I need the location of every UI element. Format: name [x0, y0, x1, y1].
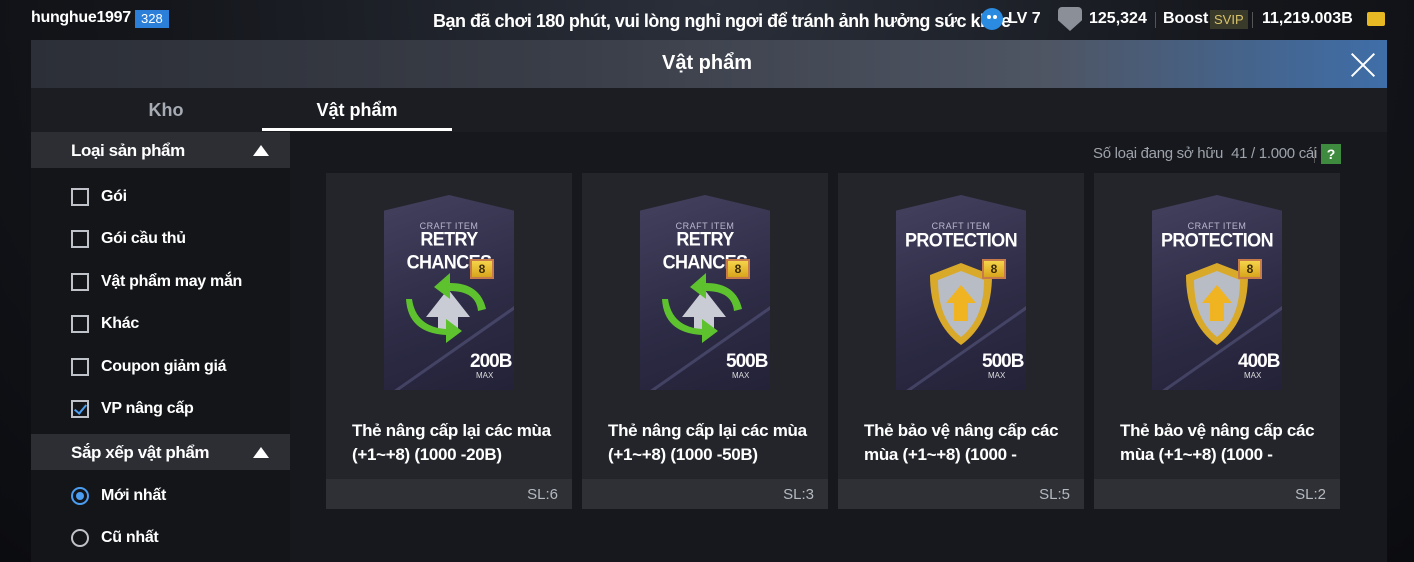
card-footer: SL:6	[326, 479, 572, 509]
tab-vat-pham[interactable]: Vật phẩm	[262, 100, 452, 121]
radio-selected[interactable]	[71, 487, 89, 505]
money-icon	[1367, 12, 1385, 26]
tab-kho[interactable]: Kho	[71, 100, 261, 121]
product-type-title: Loại sản phẩm	[71, 141, 185, 160]
dialog-header: Vật phẩm	[31, 40, 1387, 88]
player-level: LV 7	[1008, 10, 1041, 27]
owned-count: Số loại đang sở hữu 41 / 1.000 cái	[1093, 145, 1317, 162]
item-price: 200B	[470, 351, 512, 372]
radio[interactable]	[71, 529, 89, 547]
card-artwork: CRAFT ITEM RETRY CHANCES 8 200B MAX	[384, 195, 514, 390]
item-quantity: SL:3	[783, 486, 814, 503]
username: hunghue1997	[31, 9, 131, 26]
craft-name: PROTECTION	[904, 228, 1018, 251]
card-footer: SL:5	[838, 479, 1084, 509]
tab-selected-indicator	[262, 128, 452, 131]
filter-sidebar: Loại sản phẩm Gói Gói cầu thủ Vật phẩm m…	[31, 132, 290, 562]
sort-label: Mới nhất	[101, 487, 166, 504]
max-label: MAX	[988, 371, 1006, 380]
checkbox[interactable]	[71, 273, 89, 291]
checkbox[interactable]	[71, 358, 89, 376]
owned-value: 41 / 1.000 cái	[1231, 145, 1317, 162]
item-card[interactable]: CRAFT ITEM PROTECTION 8 400B MAX Thẻ bảo…	[1094, 173, 1340, 509]
level-badge: 8	[470, 259, 494, 279]
card-footer: SL:2	[1094, 479, 1340, 509]
items-dialog: Vật phẩm Kho Vật phẩm Loại sản phẩm Gói …	[31, 40, 1387, 562]
divider	[1155, 12, 1156, 28]
playtime-notice: Bạn đã chơi 180 phút, vui lòng nghỉ ngơi…	[433, 11, 1011, 31]
item-card[interactable]: CRAFT ITEM RETRY CHANCES 8 200B MAX Thẻ …	[326, 173, 572, 509]
divider	[1252, 12, 1253, 28]
svip-badge[interactable]: SVIP	[1210, 10, 1248, 29]
item-card[interactable]: CRAFT ITEM RETRY CHANCES 8 500B MAX Thẻ …	[582, 173, 828, 509]
item-card[interactable]: CRAFT ITEM PROTECTION 8 500B MAX Thẻ bảo…	[838, 173, 1084, 509]
level-badge: 8	[982, 259, 1006, 279]
user-level-badge: 328	[135, 10, 169, 28]
level-badge: 8	[1238, 259, 1262, 279]
checkbox[interactable]	[71, 230, 89, 248]
item-name: Thẻ nâng cấp lại các mùa (+1~+8) (1000 -…	[352, 421, 551, 464]
craft-name: PROTECTION	[1160, 228, 1274, 251]
divider	[1314, 147, 1315, 163]
filter-label: Gói cầu thủ	[101, 230, 186, 247]
filter-label: Gói	[101, 188, 127, 205]
card-artwork: CRAFT ITEM PROTECTION 8 400B MAX	[1152, 195, 1282, 390]
item-quantity: SL:2	[1295, 486, 1326, 503]
close-icon[interactable]	[1344, 46, 1382, 84]
collapse-up-icon	[253, 447, 269, 458]
collapse-up-icon	[253, 145, 269, 156]
sort-header[interactable]: Sắp xếp vật phẩm	[31, 434, 290, 470]
max-label: MAX	[476, 371, 494, 380]
item-quantity: SL:5	[1039, 486, 1070, 503]
sort-title: Sắp xếp vật phẩm	[71, 443, 210, 462]
filter-label: Vật phẩm may mắn	[101, 273, 243, 290]
top-status-bar: hunghue1997 328 Bạn đã chơi 180 phút, vu…	[0, 0, 1414, 38]
owned-label: Số loại đang sở hữu	[1093, 145, 1224, 162]
boost-label: Boost	[1163, 10, 1209, 27]
item-price: 400B	[1238, 351, 1280, 372]
item-name: Thẻ bảo vệ nâng cấp các mùa (+1~+8) (100…	[864, 421, 1059, 464]
profile-face-icon[interactable]	[981, 8, 1003, 30]
item-name: Thẻ bảo vệ nâng cấp các mùa (+1~+8) (100…	[1120, 421, 1315, 464]
card-artwork: CRAFT ITEM RETRY CHANCES 8 500B MAX	[640, 195, 770, 390]
coin-count: 125,324	[1089, 10, 1147, 27]
dialog-title: Vật phẩm	[661, 52, 753, 74]
max-label: MAX	[1244, 371, 1262, 380]
filter-label: Coupon giảm giá	[101, 358, 227, 375]
filter-label: VP nâng cấp	[101, 400, 194, 417]
help-button[interactable]: ?	[1321, 144, 1341, 164]
sort-label: Cũ nhất	[101, 529, 159, 546]
medal-icon	[1058, 7, 1082, 31]
max-label: MAX	[732, 371, 750, 380]
item-price: 500B	[982, 351, 1024, 372]
tab-bar: Kho Vật phẩm	[31, 88, 1387, 132]
card-artwork: CRAFT ITEM PROTECTION 8 500B MAX	[896, 195, 1026, 390]
product-type-header[interactable]: Loại sản phẩm	[31, 132, 290, 168]
bp-balance: 11,219.003B	[1262, 10, 1353, 27]
level-badge: 8	[726, 259, 750, 279]
item-name: Thẻ nâng cấp lại các mùa (+1~+8) (1000 -…	[608, 421, 807, 464]
checkbox-checked[interactable]	[71, 400, 89, 418]
filter-label: Khác	[101, 315, 139, 332]
checkbox[interactable]	[71, 315, 89, 333]
item-price: 500B	[726, 351, 768, 372]
card-footer: SL:3	[582, 479, 828, 509]
item-quantity: SL:6	[527, 486, 558, 503]
checkbox[interactable]	[71, 188, 89, 206]
